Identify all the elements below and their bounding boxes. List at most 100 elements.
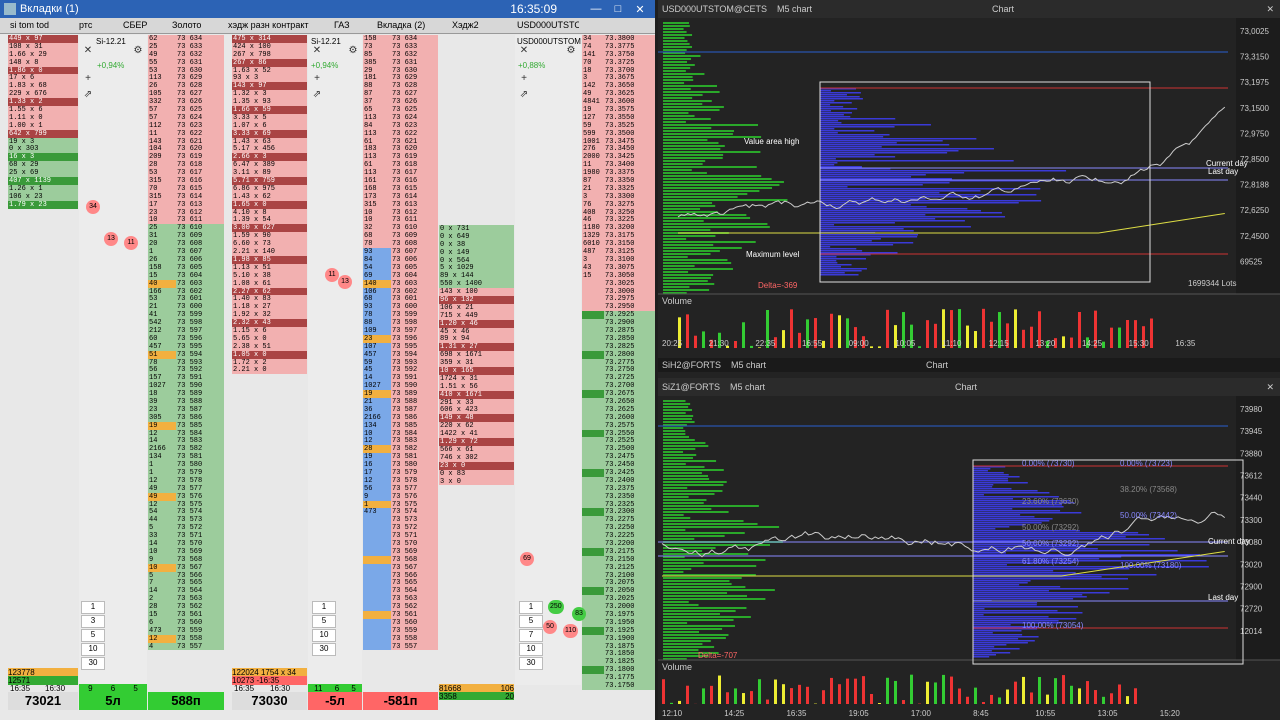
ladder-row[interactable]: 134 73 581: [148, 453, 224, 462]
ladder-cell[interactable]: 1.55 x 6: [8, 106, 78, 114]
tab-gaz[interactable]: ГАЗ: [334, 20, 372, 33]
ladder-row[interactable]: 73 568: [363, 555, 438, 564]
ladder-row[interactable]: 21 73 600: [148, 303, 224, 312]
ladder-cell[interactable]: 1724 x 31: [439, 374, 514, 383]
ladder-row[interactable]: 599 73.3500: [582, 129, 655, 138]
ladder-cell[interactable]: 149 x 48: [439, 414, 514, 423]
ladder-row[interactable]: 73.3000: [582, 287, 655, 296]
ladder-row[interactable]: 43 73.3075: [582, 263, 655, 272]
ladder-row[interactable]: 168 73 615: [363, 184, 438, 193]
ladder-row[interactable]: 41 73 599: [148, 311, 224, 320]
ladder-row[interactable]: 105 73 627: [148, 90, 224, 99]
ladder-cell[interactable]: 6.86 x 975: [232, 184, 307, 193]
ladder-row[interactable]: 88 73 598: [363, 319, 438, 327]
ladder-row[interactable]: 2000 73.3425: [582, 153, 655, 162]
ladder-cell[interactable]: 1.35 x 93: [232, 98, 307, 107]
footer-points-1[interactable]: 588п: [148, 692, 224, 710]
ladder-row[interactable]: 32 73 610: [363, 224, 438, 233]
ladder-row[interactable]: 11 73.3400: [582, 161, 655, 170]
ladder-row[interactable]: 73 565: [363, 579, 438, 588]
ladder-row[interactable]: 68 73 601: [363, 295, 438, 304]
ladder-row[interactable]: 39 73 588: [148, 397, 224, 406]
ladder-row[interactable]: 1001 73.3475: [582, 137, 655, 146]
ladder-row[interactable]: 457 73 595: [148, 342, 224, 351]
ladder-cell[interactable]: 1.65 x 0: [232, 200, 307, 209]
ladder-row[interactable]: 59 73.3525: [582, 121, 655, 130]
ladder-row[interactable]: 73 564: [363, 587, 438, 596]
ladder-row[interactable]: 73.2450: [582, 461, 655, 469]
ladder-row[interactable]: 134 73 585: [363, 421, 438, 430]
ladder-cell[interactable]: 698 x 1671: [439, 351, 514, 360]
ladder-row[interactable]: 73.1825: [582, 658, 655, 667]
ladder-row[interactable]: 332 73 626: [148, 98, 224, 107]
step-button[interactable]: 3: [81, 615, 105, 628]
ladder-row[interactable]: 20 73 608: [148, 240, 224, 249]
ladder-cell[interactable]: 424 x 100: [232, 42, 307, 51]
plus-icon[interactable]: +: [518, 73, 530, 85]
ladder-row[interactable]: 73 73 633: [363, 42, 438, 51]
ladder-row[interactable]: 14 73 591: [363, 374, 438, 383]
ladder-cell[interactable]: 291 x 33: [439, 398, 514, 407]
ladder-row[interactable]: 59 73 593: [363, 358, 438, 367]
ladder-row[interactable]: 73.2575: [582, 421, 655, 430]
ladder-cell[interactable]: 1.59 x 90: [232, 232, 307, 241]
ladder-row[interactable]: 143 73 621: [148, 137, 224, 146]
tab-hedge[interactable]: хэдж разн контракт: [228, 20, 328, 33]
chart2-outer-symbol[interactable]: SiH2@FORTS: [662, 360, 721, 370]
ladder-row[interactable]: 33 73 571: [148, 532, 224, 540]
ladder-row[interactable]: 212 73 597: [148, 326, 224, 335]
tab-hedge2[interactable]: Хэдж2: [452, 20, 502, 33]
ladder-row[interactable]: 142 73.3650: [582, 82, 655, 91]
gear-icon[interactable]: ⚙: [347, 45, 359, 57]
ladder-cell[interactable]: 1.07 x 6: [232, 121, 307, 130]
ladder-row[interactable]: 1329 73.3175: [582, 232, 655, 241]
ladder-cell[interactable]: 0 x 83: [439, 469, 514, 478]
ladder-row[interactable]: 113 73 624: [363, 113, 438, 122]
ladder-row[interactable]: 10 73 612: [363, 208, 438, 217]
ladder-row[interactable]: 14 73 583: [148, 437, 224, 446]
ladder-row[interactable]: 14 73 570: [148, 540, 224, 548]
ladder-cell[interactable]: 0 x 649: [439, 232, 514, 241]
ladder-row[interactable]: 28 73 582: [363, 445, 438, 454]
ladder-row[interactable]: 4 73 557: [148, 642, 224, 651]
ladder-cell[interactable]: 642 x 799: [8, 129, 78, 138]
ladder-row[interactable]: 140 73 603: [363, 279, 438, 288]
step-button[interactable]: 1: [312, 601, 336, 614]
ladder-cell[interactable]: 4.10 x 8: [232, 208, 307, 217]
footer-lots-2[interactable]: -5л: [308, 692, 362, 710]
ladder-cell[interactable]: 3.33 x 69: [232, 129, 307, 138]
ladder-row[interactable]: 87 73.3350: [582, 177, 655, 185]
ladder-row[interactable]: 12 73 558: [148, 634, 224, 643]
ladder-row[interactable]: 1027 73 590: [363, 382, 438, 391]
ladder-row[interactable]: 73.2150: [582, 555, 655, 564]
ladder-row[interactable]: 15 73 604: [148, 271, 224, 280]
ladder-row[interactable]: 113 73 622: [363, 129, 438, 138]
ladder-cell[interactable]: 108 x 31: [8, 42, 78, 51]
chart2-symbol[interactable]: SiZ1@FORTS: [662, 382, 720, 392]
ladder-cell[interactable]: 0 x 303: [8, 145, 78, 154]
ladder-cell[interactable]: 6.60 x 73: [232, 240, 307, 249]
ladder-row[interactable]: 73.2900: [582, 319, 655, 327]
ladder-cell[interactable]: 5.71 x 759: [232, 177, 307, 185]
tab-rts[interactable]: ртс: [79, 20, 119, 33]
ladder-row[interactable]: 73.2650: [582, 397, 655, 406]
ladder-row[interactable]: 49 73 632: [148, 50, 224, 59]
ladder-row[interactable]: 73 558: [363, 634, 438, 643]
ladder-cell[interactable]: 1.83 x 68: [8, 82, 78, 91]
ladder-row[interactable]: 49 73.3625: [582, 90, 655, 99]
ladder-row[interactable]: 106 73 602: [363, 287, 438, 296]
ladder-row[interactable]: 1027 73 590: [148, 382, 224, 391]
ladder-row[interactable]: 84 73 606: [363, 255, 438, 264]
ladder-row[interactable]: 315 73 613: [363, 200, 438, 209]
ladder-row[interactable]: 408 73.3250: [582, 208, 655, 217]
ladder-row[interactable]: 2166 73 586: [363, 413, 438, 422]
ladder-cell[interactable]: 1.98 x 85: [232, 255, 307, 264]
ladder-row[interactable]: 9 73 576: [363, 492, 438, 501]
ladder-row[interactable]: 88 73 628: [363, 82, 438, 91]
ladder-row[interactable]: 54 73 574: [148, 508, 224, 517]
ladder-row[interactable]: 18 73.3700: [582, 66, 655, 75]
ladder-row[interactable]: 34 73.3800: [582, 35, 655, 43]
chart2-canvas[interactable]: 7398073945738807361273440733007308073020…: [658, 396, 1280, 720]
ladder-cell[interactable]: 68 x 29: [8, 161, 78, 170]
ladder-row[interactable]: 19 73 581: [363, 453, 438, 462]
